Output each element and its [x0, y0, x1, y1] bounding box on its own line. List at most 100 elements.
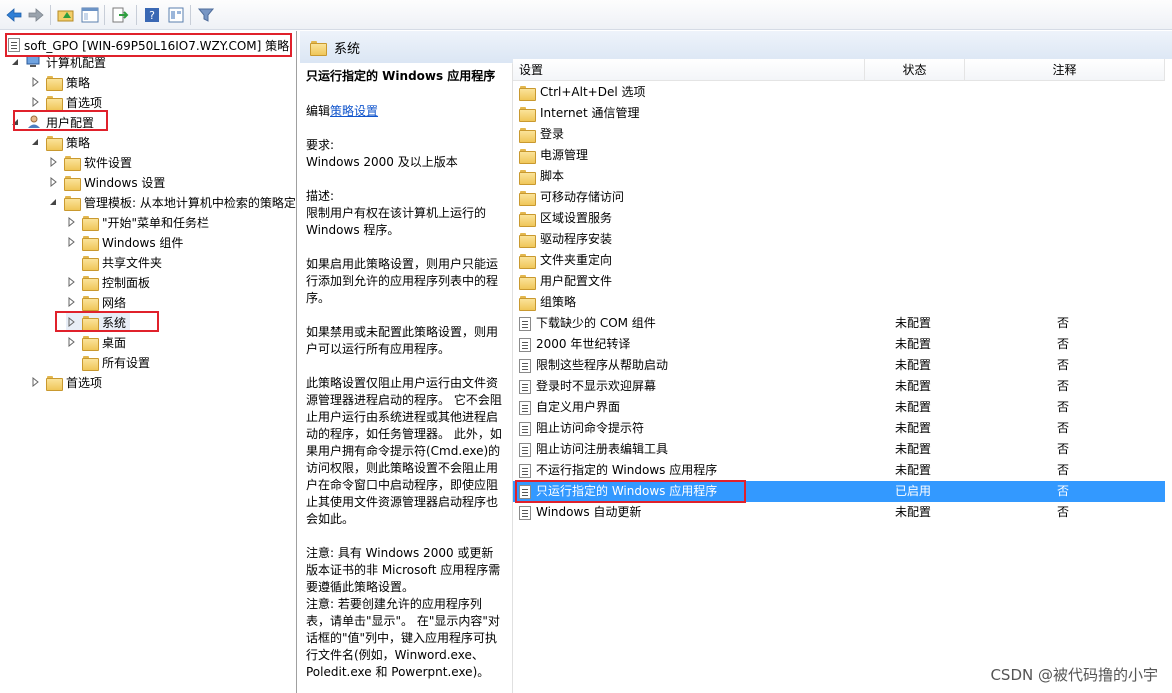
description-text-4: 此策略设置仅阻止用户运行由文件资源管理器进程启动的程序。 它不会阻止用户运行由系… [306, 376, 502, 526]
collapsed-arrow-icon[interactable] [66, 337, 76, 347]
collapsed-arrow-icon[interactable] [66, 297, 76, 307]
table-row[interactable]: 可移动存储访问 [513, 187, 1165, 208]
collapsed-arrow-icon[interactable] [30, 377, 40, 387]
setting-name: 自定义用户界面 [536, 400, 621, 414]
cell-setting: 2000 年世纪转译 [513, 334, 865, 355]
expanded-arrow-icon[interactable] [10, 117, 20, 127]
tree-item-user-preferences[interactable]: 首选项 [30, 372, 102, 392]
cell-setting: 脚本 [513, 166, 865, 187]
expanded-arrow-icon[interactable] [30, 137, 40, 147]
cell-setting: 可移动存储访问 [513, 187, 865, 208]
user-icon [28, 115, 40, 128]
edit-policy-link[interactable]: 策略设置 [330, 104, 378, 118]
expanded-arrow-icon[interactable] [48, 197, 58, 207]
folder-icon [46, 135, 63, 151]
tree-label: 计算机配置 [46, 55, 107, 70]
up-folder-icon[interactable] [56, 5, 76, 25]
tree-item-start-menu[interactable]: "开始"菜单和任务栏 [66, 212, 209, 232]
table-row[interactable]: 用户配置文件 [513, 271, 1165, 292]
filter-icon[interactable] [196, 5, 216, 25]
tree-item-computer-preferences[interactable]: 首选项 [30, 92, 102, 112]
tree-label: 控制面板 [102, 275, 151, 290]
show-hide-tree-icon[interactable] [80, 5, 100, 25]
properties-icon[interactable] [166, 5, 186, 25]
column-header-note[interactable]: 注释 [965, 59, 1165, 81]
table-row[interactable]: Ctrl+Alt+Del 选项 [513, 82, 1165, 103]
tree-item-user-policies[interactable]: 策略 [30, 132, 90, 152]
tree-item-shared-folders[interactable]: 共享文件夹 [82, 252, 162, 272]
tree-item-admin-templates[interactable]: 管理模板: 从本地计算机中检索的策略定 [48, 192, 296, 212]
tree-item-user-config[interactable]: 用户配置 [10, 112, 94, 132]
column-header-state[interactable]: 状态 [865, 59, 965, 81]
table-row[interactable]: 限制这些程序从帮助启动 未配置 否 [513, 355, 1165, 376]
tree-item-network[interactable]: 网络 [66, 292, 126, 312]
folder-icon [519, 212, 536, 227]
tree-item-computer-policies[interactable]: 策略 [30, 72, 90, 92]
policy-setting-icon [519, 463, 531, 478]
table-row[interactable]: 只运行指定的 Windows 应用程序 已启用 否 [513, 481, 1165, 502]
cell-state: 未配置 [895, 400, 932, 414]
table-row[interactable]: 登录 [513, 124, 1165, 145]
collapsed-arrow-icon[interactable] [66, 277, 76, 287]
collapsed-arrow-icon[interactable] [48, 157, 58, 167]
cell-state [865, 292, 965, 313]
collapsed-arrow-icon[interactable] [48, 177, 58, 187]
table-row[interactable]: 自定义用户界面 未配置 否 [513, 397, 1165, 418]
tree-item-computer-config[interactable]: 计算机配置 [10, 52, 106, 72]
tree-item-system[interactable]: 系统 [66, 312, 131, 332]
tree-item-all-settings[interactable]: 所有设置 [82, 352, 150, 372]
table-row[interactable]: 阻止访问注册表编辑工具 未配置 否 [513, 439, 1165, 460]
cell-setting: 驱动程序安装 [513, 229, 865, 250]
table-row[interactable]: 阻止访问命令提示符 未配置 否 [513, 418, 1165, 439]
table-row[interactable]: 文件夹重定向 [513, 250, 1165, 271]
folder-icon [46, 95, 63, 111]
back-arrow-icon[interactable] [4, 5, 24, 25]
table-row[interactable]: 下载缺少的 COM 组件 未配置 否 [513, 313, 1165, 334]
table-row[interactable]: 电源管理 [513, 145, 1165, 166]
folder-icon [519, 296, 536, 311]
table-row[interactable]: 登录时不显示欢迎屏幕 未配置 否 [513, 376, 1165, 397]
setting-name: 脚本 [540, 169, 565, 183]
table-row[interactable]: Internet 通信管理 [513, 103, 1165, 124]
collapsed-arrow-icon[interactable] [30, 97, 40, 107]
collapsed-arrow-icon[interactable] [66, 237, 76, 247]
extended-description: 只运行指定的 Windows 应用程序 编辑策略设置 要求: Windows 2… [300, 63, 508, 693]
edit-prefix: 编辑 [306, 104, 331, 118]
export-list-icon[interactable] [110, 5, 130, 25]
tree-item-software-settings[interactable]: 软件设置 [48, 152, 132, 172]
cell-state: 未配置 [895, 505, 932, 519]
cell-state: 未配置 [895, 337, 932, 351]
policy-setting-icon [519, 421, 531, 436]
table-row[interactable]: 驱动程序安装 [513, 229, 1165, 250]
collapsed-arrow-icon[interactable] [66, 217, 76, 227]
table-row[interactable]: Windows 自动更新 未配置 否 [513, 502, 1165, 523]
table-row[interactable]: 区域设置服务 [513, 208, 1165, 229]
setting-name: 2000 年世纪转译 [536, 337, 631, 351]
folder-icon [519, 128, 536, 143]
forward-arrow-icon[interactable] [26, 5, 46, 25]
expanded-arrow-icon[interactable] [10, 57, 20, 67]
pane-title: 系统 [334, 41, 361, 57]
collapsed-arrow-icon[interactable] [66, 317, 76, 327]
tree-item-control-panel[interactable]: 控制面板 [66, 272, 150, 292]
folder-icon [64, 155, 81, 171]
tree-item-windows-components[interactable]: Windows 组件 [66, 232, 183, 252]
setting-name: 阻止访问注册表编辑工具 [536, 442, 669, 456]
cell-state [865, 103, 965, 124]
tree-item-windows-settings[interactable]: Windows 设置 [48, 172, 165, 192]
settings-list: 设置 状态 注释 Ctrl+Alt+Del 选项 Internet 通信管理 登录电… [512, 59, 1172, 693]
list-header: 设置 状态 注释 [513, 59, 1172, 81]
cell-setting: 登录 [513, 124, 865, 145]
tree-item-desktop[interactable]: 桌面 [66, 332, 126, 352]
help-icon[interactable]: ? [142, 5, 162, 25]
table-row[interactable]: 不运行指定的 Windows 应用程序 未配置 否 [513, 460, 1165, 481]
cell-note [965, 229, 1165, 250]
column-header-setting[interactable]: 设置 [513, 59, 865, 81]
tree-label: 管理模板: 从本地计算机中检索的策略定 [84, 195, 296, 210]
folder-icon [519, 170, 536, 185]
collapsed-arrow-icon[interactable] [30, 77, 40, 87]
table-row[interactable]: 脚本 [513, 166, 1165, 187]
folder-icon [82, 255, 99, 271]
table-row[interactable]: 组策略 [513, 292, 1165, 313]
table-row[interactable]: 2000 年世纪转译 未配置 否 [513, 334, 1165, 355]
